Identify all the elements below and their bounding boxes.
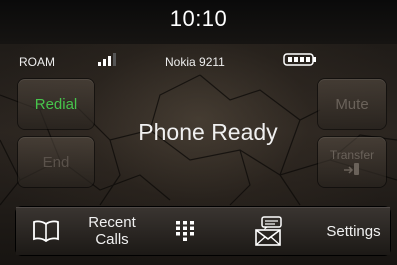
messaging-tab[interactable] bbox=[221, 207, 318, 255]
roaming-indicator: ROAM bbox=[19, 55, 55, 69]
bottom-tab-bar: Recent Calls Settings bbox=[16, 207, 390, 255]
phone-status-message: Phone Ready bbox=[138, 119, 278, 145]
transfer-icon bbox=[344, 163, 359, 175]
recent-calls-label-line1: Recent bbox=[88, 214, 136, 231]
redial-button[interactable]: Redial bbox=[18, 79, 94, 129]
settings-label: Settings bbox=[326, 222, 381, 240]
keypad-icon bbox=[176, 221, 194, 241]
phone-screen: 10:10 ROAM Nokia 9211 Redial End Mute Tr… bbox=[0, 0, 397, 265]
book-icon bbox=[32, 220, 59, 242]
battery-icon bbox=[283, 53, 316, 66]
transfer-button[interactable]: Transfer bbox=[318, 137, 386, 187]
transfer-label: Transfer bbox=[329, 148, 375, 162]
phonebook-tab[interactable] bbox=[16, 207, 76, 255]
network-name: Nokia 9211 bbox=[165, 55, 225, 69]
recent-calls-label-line2: Calls bbox=[95, 231, 129, 248]
signal-bars-icon bbox=[98, 53, 116, 66]
mute-button[interactable]: Mute bbox=[318, 79, 386, 129]
clock: 10:10 bbox=[169, 6, 228, 31]
message-envelope-icon bbox=[255, 216, 282, 246]
settings-tab[interactable]: Settings bbox=[317, 207, 390, 255]
top-bar: 10:10 bbox=[0, 0, 397, 44]
keypad-tab[interactable] bbox=[149, 207, 222, 255]
recent-calls-tab[interactable]: Recent Calls bbox=[75, 207, 150, 255]
end-call-button[interactable]: End bbox=[18, 137, 94, 187]
